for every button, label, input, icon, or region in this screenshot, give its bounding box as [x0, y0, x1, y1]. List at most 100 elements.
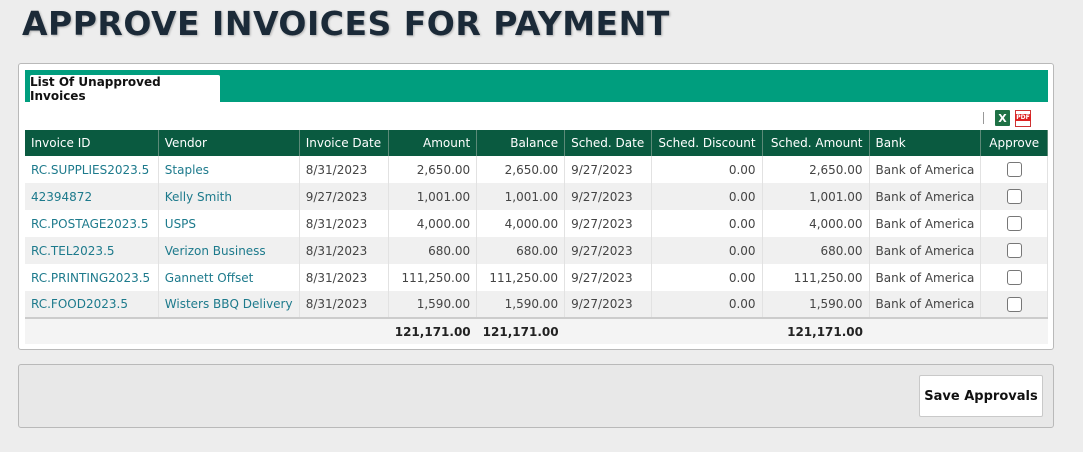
pdf-icon-glyph: PDF: [1015, 113, 1031, 121]
totals-empty-cell: [564, 317, 652, 344]
invoice-panel: List Of Unapproved Invoices X PDF Invoic…: [18, 63, 1054, 350]
approve-cell: [980, 237, 1048, 264]
invoice-id-link[interactable]: 42394872: [25, 183, 159, 210]
balance-cell: 2,650.00: [476, 156, 566, 183]
approve-cell: [980, 210, 1048, 237]
tab-bar: List Of Unapproved Invoices: [25, 70, 1048, 103]
table-row: RC.FOOD2023.5 Wisters BBQ Delivery 8/31/…: [25, 291, 1048, 318]
invoice-date-cell: 8/31/2023: [299, 210, 390, 237]
sched-discount-cell: 0.00: [651, 264, 763, 291]
balance-cell: 680.00: [476, 237, 566, 264]
page-title: APPROVE INVOICES FOR PAYMENT: [22, 4, 670, 43]
invoice-date-cell: 8/31/2023: [299, 237, 390, 264]
toolbar-divider: [983, 112, 984, 124]
approve-checkbox[interactable]: [1006, 270, 1022, 285]
col-vendor[interactable]: Vendor: [158, 130, 300, 156]
totals-empty-cell: [980, 317, 1048, 344]
col-sched-date[interactable]: Sched. Date: [564, 130, 652, 156]
col-sched-amount[interactable]: Sched. Amount: [762, 130, 870, 156]
totals-empty-cell: [651, 317, 763, 344]
pdf-icon[interactable]: PDF: [1015, 109, 1031, 127]
export-toolbar: X PDF: [983, 108, 1031, 128]
bank-cell: Bank of America: [869, 237, 982, 264]
balance-cell: 4,000.00: [476, 210, 566, 237]
totals-empty-cell: [25, 317, 159, 344]
col-bank[interactable]: Bank: [869, 130, 982, 156]
vendor-link[interactable]: Kelly Smith: [158, 183, 300, 210]
sched-date-cell: 9/27/2023: [564, 291, 652, 318]
invoice-date-cell: 8/31/2023: [299, 264, 390, 291]
actions-bar: Save Approvals: [18, 364, 1054, 428]
col-sched-discount[interactable]: Sched. Discount: [651, 130, 763, 156]
excel-icon-glyph: X: [998, 111, 1007, 125]
invoice-id-link[interactable]: RC.FOOD2023.5: [25, 291, 159, 318]
total-balance: 121,171.00: [476, 317, 565, 344]
invoice-date-cell: 8/31/2023: [299, 156, 390, 183]
totals-empty-cell: [869, 317, 981, 344]
excel-icon[interactable]: X: [995, 110, 1010, 126]
sched-discount-cell: 0.00: [651, 291, 763, 318]
bank-cell: Bank of America: [869, 264, 982, 291]
approve-checkbox[interactable]: [1006, 162, 1022, 177]
col-invoice-date[interactable]: Invoice Date: [299, 130, 390, 156]
bank-cell: Bank of America: [869, 156, 982, 183]
bank-cell: Bank of America: [869, 291, 982, 318]
table-row: RC.PRINTING2023.5 Gannett Offset 8/31/20…: [25, 264, 1048, 291]
table-row: RC.TEL2023.5 Verizon Business 8/31/2023 …: [25, 237, 1048, 264]
sched-discount-cell: 0.00: [651, 237, 763, 264]
vendor-link[interactable]: USPS: [158, 210, 300, 237]
totals-row: 121,171.00 121,171.00 121,171.00: [25, 317, 1048, 344]
table-row: RC.POSTAGE2023.5 USPS 8/31/2023 4,000.00…: [25, 210, 1048, 237]
amount-cell: 1,001.00: [388, 183, 478, 210]
table-header-row: Invoice ID Vendor Invoice Date Amount Ba…: [25, 130, 1048, 156]
amount-cell: 1,590.00: [388, 291, 478, 318]
sched-discount-cell: 0.00: [651, 183, 763, 210]
totals-empty-cell: [299, 317, 389, 344]
invoice-id-link[interactable]: RC.SUPPLIES2023.5: [25, 156, 159, 183]
balance-cell: 111,250.00: [476, 264, 566, 291]
vendor-link[interactable]: Staples: [158, 156, 300, 183]
sched-date-cell: 9/27/2023: [564, 264, 652, 291]
vendor-link[interactable]: Gannett Offset: [158, 264, 300, 291]
approve-cell: [980, 156, 1048, 183]
col-invoice-id[interactable]: Invoice ID: [25, 130, 159, 156]
save-approvals-button[interactable]: Save Approvals: [919, 375, 1043, 417]
amount-cell: 680.00: [388, 237, 478, 264]
table-row: RC.SUPPLIES2023.5 Staples 8/31/2023 2,65…: [25, 156, 1048, 183]
sched-amount-cell: 4,000.00: [762, 210, 870, 237]
sched-amount-cell: 680.00: [762, 237, 870, 264]
invoice-table: Invoice ID Vendor Invoice Date Amount Ba…: [25, 130, 1048, 344]
invoice-id-link[interactable]: RC.PRINTING2023.5: [25, 264, 159, 291]
sched-amount-cell: 111,250.00: [762, 264, 870, 291]
vendor-link[interactable]: Wisters BBQ Delivery: [158, 291, 300, 318]
col-approve[interactable]: Approve: [980, 130, 1048, 156]
sched-date-cell: 9/27/2023: [564, 210, 652, 237]
invoice-id-link[interactable]: RC.TEL2023.5: [25, 237, 159, 264]
sched-discount-cell: 0.00: [651, 156, 763, 183]
approve-cell: [980, 183, 1048, 210]
amount-cell: 111,250.00: [388, 264, 478, 291]
approve-cell: [980, 291, 1048, 318]
approve-checkbox[interactable]: [1006, 296, 1022, 312]
invoice-id-link[interactable]: RC.POSTAGE2023.5: [25, 210, 159, 237]
tab-unapproved-invoices[interactable]: List Of Unapproved Invoices: [30, 75, 220, 103]
amount-cell: 4,000.00: [388, 210, 478, 237]
table-row: 42394872 Kelly Smith 9/27/2023 1,001.00 …: [25, 183, 1048, 210]
sched-date-cell: 9/27/2023: [564, 237, 652, 264]
approve-checkbox[interactable]: [1006, 189, 1022, 204]
sched-amount-cell: 1,001.00: [762, 183, 870, 210]
col-amount[interactable]: Amount: [388, 130, 478, 156]
invoice-date-cell: 8/31/2023: [299, 291, 390, 318]
approve-checkbox[interactable]: [1006, 243, 1022, 258]
sched-amount-cell: 2,650.00: [762, 156, 870, 183]
sched-date-cell: 9/27/2023: [564, 156, 652, 183]
sched-date-cell: 9/27/2023: [564, 183, 652, 210]
totals-empty-cell: [158, 317, 300, 344]
bank-cell: Bank of America: [869, 183, 982, 210]
total-sched-amount: 121,171.00: [762, 317, 870, 344]
vendor-link[interactable]: Verizon Business: [158, 237, 300, 264]
col-balance[interactable]: Balance: [476, 130, 566, 156]
sched-discount-cell: 0.00: [651, 210, 763, 237]
sched-amount-cell: 1,590.00: [762, 291, 870, 318]
approve-checkbox[interactable]: [1006, 216, 1022, 231]
